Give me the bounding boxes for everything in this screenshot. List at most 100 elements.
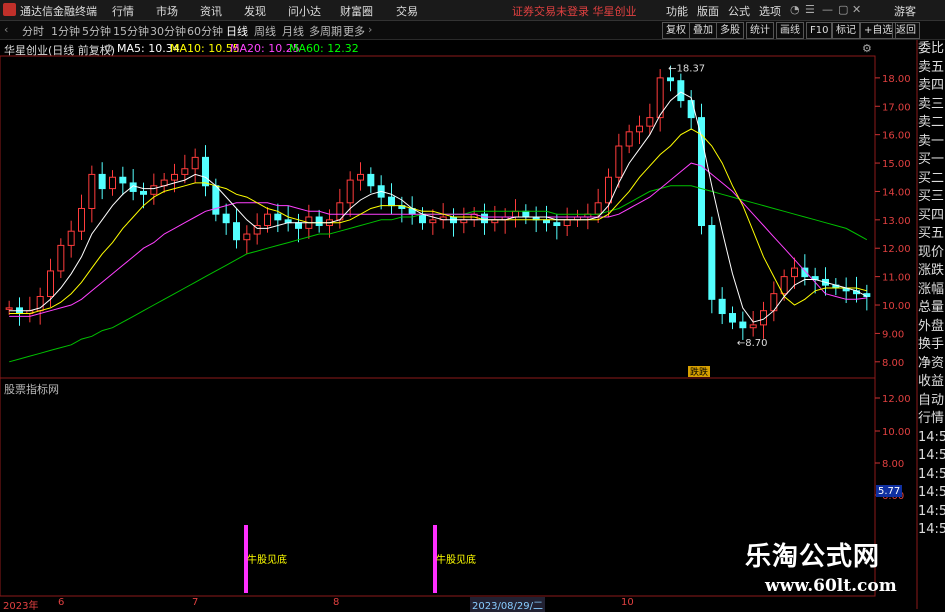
- side-panel-item: 卖五: [918, 59, 945, 75]
- y-tick-label: 12.00: [882, 244, 911, 255]
- candle-body: [222, 213, 230, 224]
- candle-body: [233, 222, 240, 241]
- side-panel-item: 14:56: [918, 485, 945, 500]
- side-panel-item: 买五: [918, 226, 945, 241]
- side-panel-item: 换手: [918, 337, 945, 352]
- side-panel-item: 买四: [918, 207, 945, 223]
- candle-body: [119, 176, 127, 184]
- candle-body: [191, 156, 199, 170]
- y-tick-label: 13.00: [882, 216, 911, 227]
- y-tick-label: 10.00: [882, 301, 911, 312]
- sub-value-text: 5.77: [878, 486, 900, 497]
- candle-body: [615, 145, 623, 178]
- candle-body: [522, 210, 530, 218]
- candle-body: [687, 100, 695, 119]
- candle-body: [78, 207, 85, 232]
- side-panel-item: 14:56: [918, 429, 945, 445]
- candle-body: [801, 267, 809, 278]
- candle-body: [739, 321, 747, 329]
- candle-body: [212, 185, 220, 215]
- candle-body: [729, 313, 736, 323]
- candle-body: [88, 173, 96, 209]
- candle-body: [171, 173, 178, 181]
- candle-body: [274, 213, 282, 221]
- side-panel-item: 卖二: [918, 115, 945, 130]
- ma10-line: [9, 128, 867, 314]
- candle-body: [791, 267, 798, 278]
- side-panel-item: 行情: [918, 411, 945, 426]
- candle-body: [140, 190, 147, 195]
- candle-body: [481, 213, 488, 224]
- side-panel-item: 14:56: [918, 448, 945, 463]
- y-tick-label: 15.00: [882, 159, 911, 170]
- side-panel-item: 外盘: [918, 318, 945, 334]
- side-panel-item: 卖一: [918, 133, 945, 149]
- sub-y-tick-label: 12.00: [882, 394, 911, 405]
- candle-body: [553, 222, 561, 227]
- sub-chart-title: 股票指标网: [4, 383, 59, 396]
- date-label: 2023年: [3, 601, 39, 612]
- y-tick-label: 11.00: [882, 273, 911, 284]
- candle-body: [677, 80, 685, 102]
- candle-body: [295, 222, 302, 229]
- candle-body: [57, 244, 65, 272]
- date-label: 10: [621, 597, 634, 608]
- side-panel-item: 总量: [918, 300, 945, 315]
- watermark: 乐淘公式网 www.60lt.com: [725, 530, 925, 604]
- y-tick-label: 14.00: [882, 187, 911, 198]
- candle-body: [636, 125, 643, 133]
- candle-body: [67, 230, 75, 246]
- side-panel-item: 现价: [918, 244, 945, 260]
- candle-body: [594, 202, 602, 215]
- candle-body: [243, 233, 251, 241]
- date-cursor-label: 2023/08/29/二: [470, 597, 546, 612]
- side-panel-item: 14:56: [918, 503, 945, 519]
- candle-body: [708, 225, 716, 300]
- side-panel: 委比 卖五 卖四 卖三 卖二 卖一 买一 买二 买三 买四 买五 现价 涨跌 涨幅 总量 外盘 换手 净资 收益 自动…: [918, 40, 945, 540]
- signal-label: 牛股见底: [436, 553, 476, 566]
- side-panel-item: 买三: [918, 189, 945, 204]
- low-label: ←8.70: [737, 338, 768, 349]
- candle-body: [264, 213, 271, 227]
- candle-body: [646, 117, 654, 127]
- candle-body: [315, 216, 323, 227]
- candle-body: [150, 185, 158, 195]
- candle-body: [367, 173, 375, 187]
- date-label: 7: [192, 597, 199, 608]
- y-tick-label: 18.00: [882, 74, 911, 85]
- side-panel-item: 涨幅: [918, 281, 945, 297]
- side-panel-item: 自动: [918, 392, 945, 408]
- kline-chart[interactable]: 18.00 17.00 16.00 15.00 14.00 13.00 12.00 11.00…: [0, 0, 945, 609]
- watermark-url: www.60lt.com: [765, 576, 897, 596]
- side-panel-item: 卖三: [918, 96, 945, 112]
- candle-body: [47, 270, 54, 298]
- watermark-name: 乐淘公式网: [745, 542, 881, 572]
- candle-body: [429, 219, 437, 224]
- candle-body: [718, 298, 726, 315]
- ma5-line: [9, 91, 868, 323]
- candle-body: [109, 176, 116, 190]
- candle-body: [563, 219, 571, 227]
- side-panel-item: 委比: [918, 41, 945, 56]
- signal-label: 牛股见底: [247, 553, 287, 566]
- candle-body: [388, 196, 395, 207]
- candle-body: [625, 131, 633, 147]
- high-label: ←18.37: [668, 63, 705, 74]
- candle-body: [512, 210, 519, 218]
- candle-body: [419, 213, 426, 224]
- sub-y-tick-label: 8.00: [882, 459, 904, 470]
- date-label: 8: [333, 597, 340, 608]
- candle-body: [605, 176, 612, 204]
- main-chart-frame: [0, 55, 876, 379]
- candle-body: [780, 276, 788, 295]
- side-panel-item: 收益: [918, 374, 945, 389]
- sub-y-tick-label: 10.00: [882, 427, 911, 438]
- candle-body: [346, 179, 354, 204]
- candle-body: [667, 77, 674, 82]
- y-tick-label: 16.00: [882, 131, 911, 142]
- candle-body: [181, 168, 189, 175]
- side-panel-item: 买一: [918, 152, 945, 167]
- date-label: 6: [58, 597, 65, 608]
- candle-body: [5, 307, 13, 310]
- y-tick-label: 9.00: [882, 329, 904, 340]
